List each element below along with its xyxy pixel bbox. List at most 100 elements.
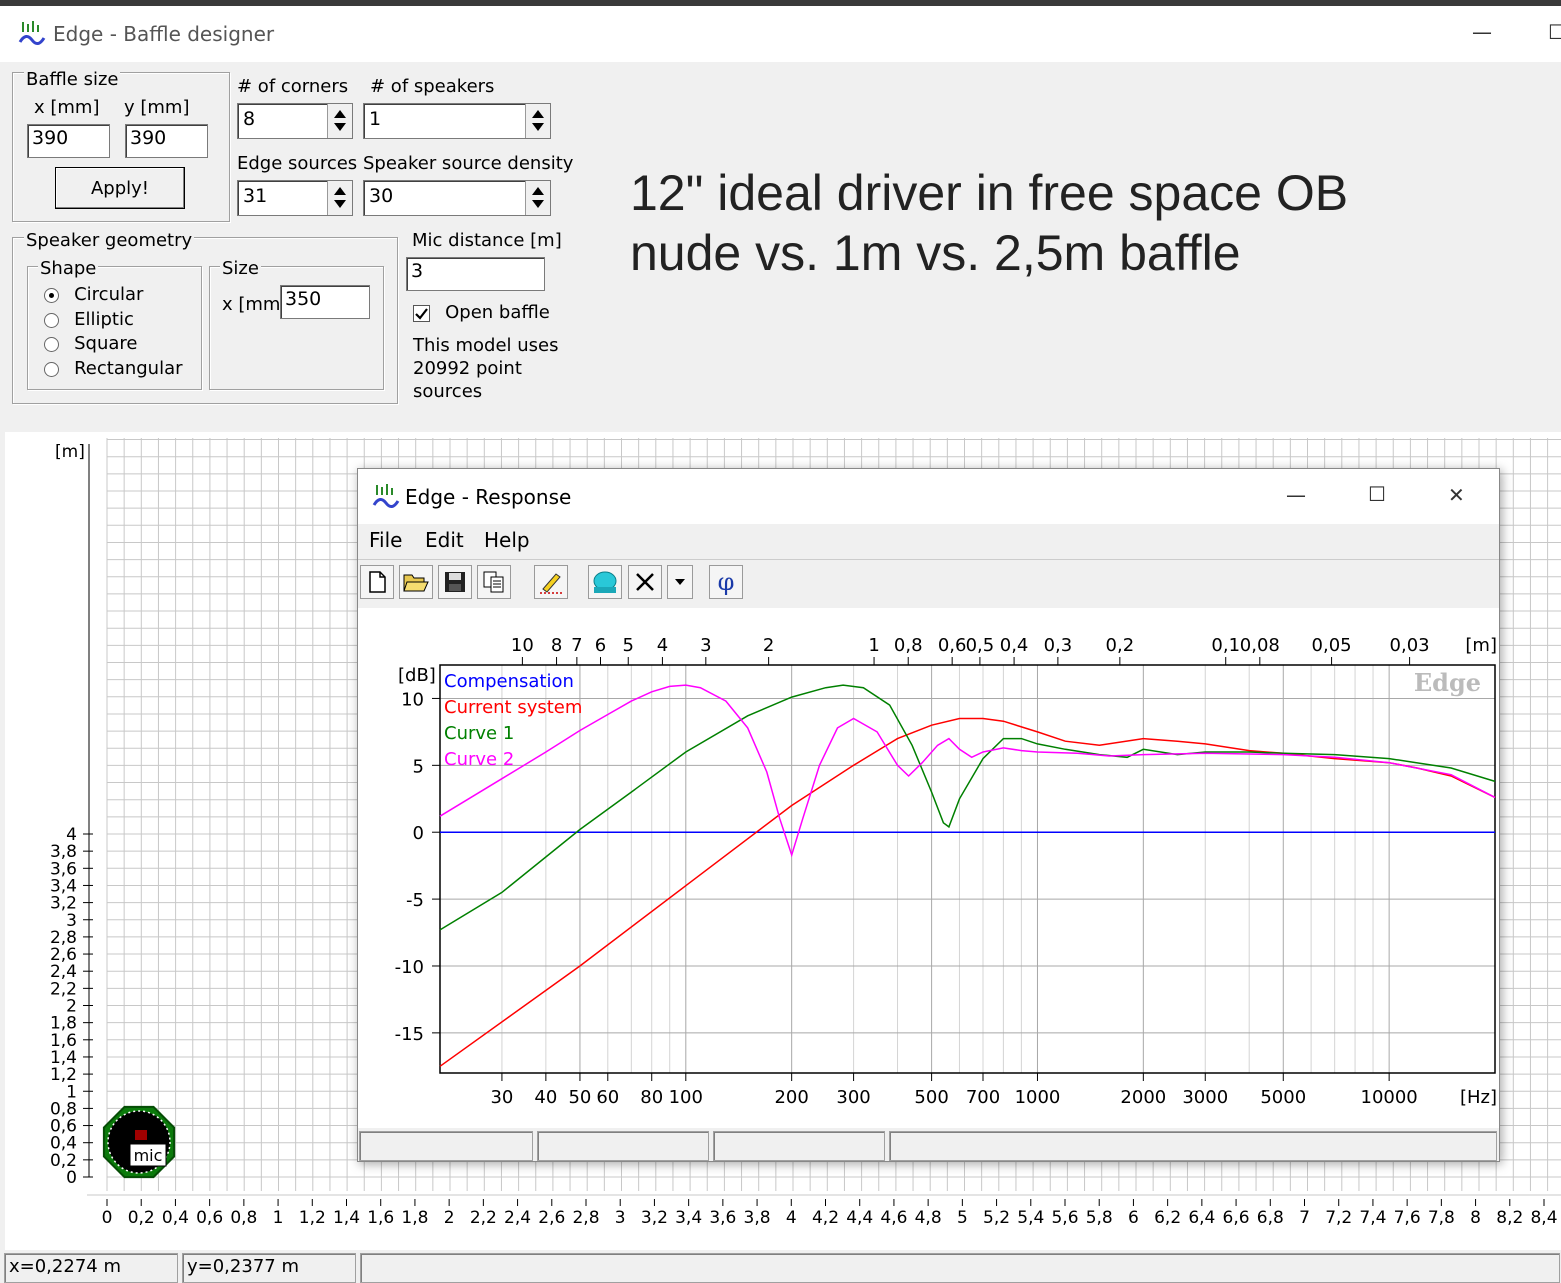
source-density-spin-arrows[interactable]	[525, 181, 550, 215]
phase-button[interactable]: φ	[709, 565, 743, 599]
x-tick-label: 80	[640, 1087, 663, 1108]
response-status-cell-4	[889, 1131, 1497, 1161]
floppy-disk-icon	[445, 572, 465, 592]
radio-square-label: Square	[74, 333, 138, 354]
x-tick-label: 60	[596, 1087, 619, 1108]
layout-x-tick-label: 4	[786, 1208, 797, 1228]
open-baffle-checkbox[interactable]: Open baffle	[413, 302, 550, 323]
radio-square-dot[interactable]	[44, 337, 59, 352]
top-tick-label: 0,2	[1106, 635, 1135, 656]
x-tick-label: 2000	[1120, 1087, 1166, 1108]
y-tick-label: -5	[406, 890, 424, 911]
top-tick-label: 5	[623, 635, 634, 656]
corners-spin-arrows[interactable]	[327, 104, 352, 138]
layout-x-tick-label: 3,6	[709, 1208, 736, 1228]
x-tick-label: 50	[568, 1087, 591, 1108]
save-button[interactable]	[438, 565, 472, 599]
response-plot-area[interactable]: Edge 10 5 0 -5 -10 -15 [dB] 30 40 50 60 80 100 200 300 5…	[358, 608, 1499, 1128]
open-baffle-checkbox-box[interactable]	[413, 305, 430, 322]
menu-file[interactable]: File	[369, 528, 402, 552]
radio-elliptic-dot[interactable]	[44, 313, 59, 328]
top-tick-label: 2	[763, 635, 774, 656]
new-file-button[interactable]	[360, 565, 394, 599]
menu-edit[interactable]: Edit	[425, 528, 464, 552]
layout-x-tick-label: 0,8	[230, 1208, 257, 1228]
radio-rectangular-dot[interactable]	[44, 362, 59, 377]
layout-x-tick-label: 7,2	[1325, 1208, 1352, 1228]
series-line-curve-1	[439, 684, 1496, 931]
top-tick-label: 0,6	[938, 635, 967, 656]
corners-label: # of corners	[237, 76, 349, 97]
radio-square[interactable]: Square	[44, 333, 137, 354]
response-chart[interactable]: Edge1050-5-10-15[dB]30 40 50 60 80 100 200 300 5…	[358, 608, 1499, 1128]
open-file-button[interactable]	[399, 565, 433, 599]
delete-dropdown-button[interactable]	[667, 565, 693, 599]
series-line-current-system	[439, 717, 1496, 1067]
status-bar: x=0,2274 m y=0,2377 m	[0, 1251, 1561, 1283]
mic-label: mic	[134, 1146, 163, 1165]
radio-rectangular-label: Rectangular	[74, 358, 183, 379]
layout-x-tick-label: 7,4	[1359, 1208, 1386, 1228]
maximize-button[interactable]: ☐	[1548, 20, 1561, 44]
size-label: Size	[220, 258, 261, 279]
layout-x-tick-label: 2,6	[538, 1208, 565, 1228]
x-delete-icon	[636, 573, 654, 591]
response-status-cell-3	[713, 1131, 885, 1161]
radio-circular-dot[interactable]	[44, 288, 59, 303]
speakers-spinner[interactable]: 1	[363, 103, 551, 139]
radio-circular[interactable]: Circular	[44, 284, 143, 305]
edge-sources-spin-arrows[interactable]	[327, 181, 352, 215]
response-minimize-button[interactable]: —	[1286, 483, 1306, 507]
layout-y-tick-label: 0	[66, 1168, 77, 1188]
layout-x-tick-label: 6,8	[1257, 1208, 1284, 1228]
edit-curve-button[interactable]	[534, 565, 568, 599]
top-tick-label: 6	[595, 635, 606, 656]
layout-x-tick-label: 0,4	[162, 1208, 189, 1228]
speakers-value: 1	[369, 108, 382, 130]
speakers-spin-arrows[interactable]	[525, 104, 550, 138]
layout-x-tick-label: 5,2	[983, 1208, 1010, 1228]
x-tick-label: 3000	[1182, 1087, 1228, 1108]
x-tick-label: 500	[914, 1087, 948, 1108]
source-density-spinner[interactable]: 30	[363, 180, 551, 216]
minimize-button[interactable]: —	[1472, 20, 1492, 44]
annotation-text: 12" ideal driver in free space OB nude v…	[630, 163, 1348, 283]
annotation-line2: nude vs. 1m vs. 2,5m baffle	[630, 225, 1241, 281]
x-tick-label: 10000	[1361, 1087, 1418, 1108]
status-x-readout: x=0,2274 m	[4, 1253, 178, 1283]
radio-circular-label: Circular	[74, 284, 144, 305]
response-maximize-button[interactable]: ☐	[1368, 482, 1386, 506]
edge-sources-spinner[interactable]: 31	[237, 180, 353, 216]
radio-elliptic[interactable]: Elliptic	[44, 309, 134, 330]
layout-x-tick-label: 8,2	[1496, 1208, 1523, 1228]
baffle-x-input[interactable]: 390	[27, 124, 110, 158]
source-density-label: Speaker source density	[363, 153, 574, 174]
top-tick-label: 4	[657, 635, 668, 656]
menu-help[interactable]: Help	[484, 528, 530, 552]
y-tick-label: 0	[413, 823, 424, 844]
baffle-size-label: Baffle size	[24, 69, 121, 90]
series-line-curve-2	[439, 684, 1496, 858]
corners-spinner[interactable]: 8	[237, 103, 353, 139]
size-x-input[interactable]: 350	[280, 285, 370, 319]
layout-x-tick-label: 5	[957, 1208, 968, 1228]
layout-x-tick-label: 5,6	[1051, 1208, 1078, 1228]
layout-x-tick-label: 1,2	[299, 1208, 326, 1228]
top-tick-label: 8	[551, 635, 562, 656]
radio-rectangular[interactable]: Rectangular	[44, 358, 183, 379]
x-tick-label: 5000	[1260, 1087, 1306, 1108]
copy-button[interactable]	[477, 565, 511, 599]
layout-x-tick-label: 4,6	[880, 1208, 907, 1228]
open-baffle-label: Open baffle	[445, 302, 550, 323]
delete-curve-button[interactable]	[628, 565, 662, 599]
mic-distance-input[interactable]: 3	[406, 257, 545, 291]
status-empty	[360, 1253, 1560, 1283]
baffle-y-input[interactable]: 390	[125, 124, 208, 158]
apply-button[interactable]: Apply!	[55, 167, 185, 209]
response-close-button[interactable]: ✕	[1448, 483, 1465, 507]
response-menubar: File Edit Help	[358, 524, 1499, 560]
speaker-model-button[interactable]	[588, 565, 622, 599]
pencil-icon	[540, 573, 562, 594]
layout-x-tick-label: 3,4	[675, 1208, 702, 1228]
legend-entry: Current system	[444, 697, 582, 718]
